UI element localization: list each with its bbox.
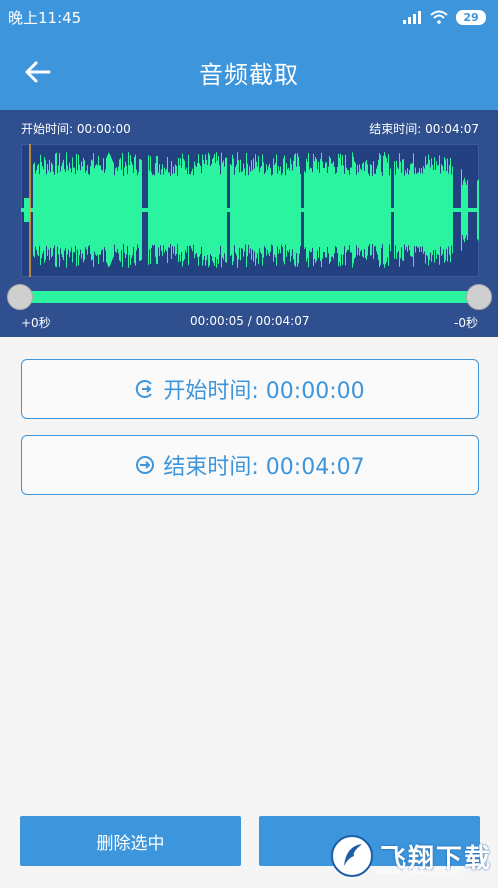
slider-end-handle[interactable] (466, 284, 492, 310)
status-icons: 29 (402, 9, 486, 25)
playback-position: 00:00:05 / 00:04:07 (190, 314, 310, 328)
app-header: 音频截取 (0, 34, 498, 110)
arrow-left-icon (25, 61, 51, 83)
delete-selected-button[interactable]: 删除选中 (20, 816, 241, 866)
slider-start-handle[interactable] (7, 284, 33, 310)
start-time-label: 开始时间: 00:00:00 (163, 379, 365, 404)
watermark: 飞翔下载 (330, 826, 498, 886)
waveform-path (21, 152, 479, 268)
right-offset-label: -0秒 (454, 316, 478, 330)
status-bar: 晚上11:45 29 (0, 0, 498, 34)
left-offset-label: +0秒 (21, 316, 51, 330)
back-button[interactable] (20, 56, 56, 88)
waveform-end-label: 结束时间: 00:04:07 (369, 122, 479, 136)
end-time-button[interactable]: 结束时间: 00:04:07 (21, 435, 479, 495)
arrow-circle-icon (136, 456, 155, 474)
waveform-start-label: 开始时间: 00:00:00 (21, 122, 131, 136)
clock-in-icon (136, 380, 153, 398)
waveform-graph[interactable] (21, 144, 479, 277)
signal-icon (403, 11, 421, 24)
watermark-logo-icon (331, 835, 373, 877)
waveform-panel: 开始时间: 00:00:00 结束时间: 00:04:07 +0秒 00:00:… (0, 110, 498, 337)
seek-slider[interactable] (20, 291, 480, 303)
wifi-icon (430, 10, 448, 24)
delete-selected-label: 删除选中 (96, 833, 165, 854)
end-time-label: 结束时间: 00:04:07 (163, 455, 365, 480)
watermark-url: www.FIXXZ.COM (376, 866, 459, 877)
battery-icon: 29 (456, 9, 486, 25)
status-time: 晚上11:45 (8, 8, 82, 27)
page-title: 音频截取 (199, 60, 299, 89)
start-time-button[interactable]: 开始时间: 00:00:00 (21, 359, 479, 419)
